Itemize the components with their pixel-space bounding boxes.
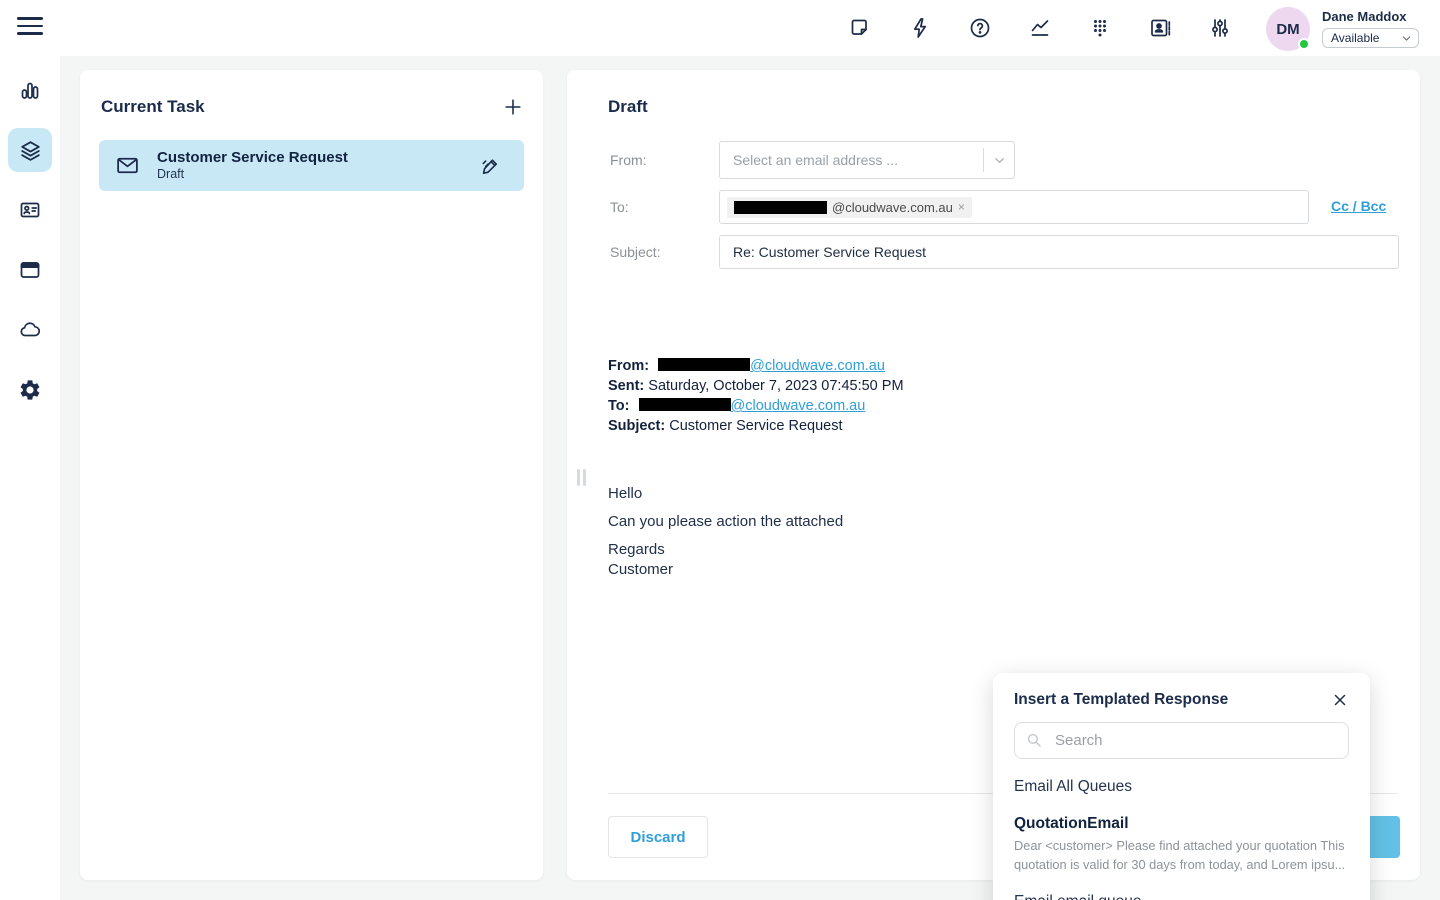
contacts-icon[interactable]	[1148, 16, 1172, 40]
to-input[interactable]: @cloudwave.com.au ×	[719, 190, 1309, 224]
quoted-sent-label: Sent:	[608, 378, 644, 394]
from-select[interactable]: Select an email address ...	[719, 141, 1015, 179]
preferences-icon[interactable]	[1208, 16, 1232, 40]
subject-input[interactable]	[719, 235, 1399, 269]
sidebar-item-activity[interactable]	[8, 68, 52, 112]
window-icon	[18, 258, 42, 282]
remove-recipient-icon[interactable]: ×	[958, 201, 965, 213]
chevron-down-icon	[984, 153, 1014, 168]
left-rail	[0, 56, 60, 900]
current-task-title: Current Task	[101, 97, 205, 117]
redacted-text	[658, 358, 750, 371]
lightning-icon[interactable]	[908, 16, 932, 40]
recipient-chip: @cloudwave.com.au ×	[727, 197, 972, 218]
dialpad-icon[interactable]	[1088, 16, 1112, 40]
hamburger-menu-icon[interactable]	[17, 17, 43, 39]
discard-button[interactable]: Discard	[608, 816, 708, 858]
interactions-layers-icon	[18, 138, 43, 163]
plus-icon	[502, 96, 524, 118]
to-label: To:	[610, 199, 629, 215]
recipient-domain: @cloudwave.com.au	[832, 200, 953, 215]
close-icon[interactable]	[1331, 691, 1349, 709]
redacted-text	[639, 398, 731, 411]
quoted-from-link[interactable]: @cloudwave.com.au	[750, 358, 885, 374]
add-task-button[interactable]	[502, 96, 524, 118]
email-icon	[115, 153, 140, 178]
quoted-sent-line: Sent: Saturday, October 7, 2023 07:45:50…	[608, 376, 1380, 396]
note-icon[interactable]	[848, 16, 872, 40]
user-name: Dane Maddox	[1322, 9, 1407, 24]
sidebar-item-agent-card[interactable]	[8, 188, 52, 232]
template-item-title: QuotationEmail	[1014, 815, 1349, 833]
template-item[interactable]: QuotationEmail Dear <customer> Please fi…	[1014, 815, 1349, 874]
quoted-sent-value: Saturday, October 7, 2023 07:45:50 PM	[644, 378, 903, 394]
quoted-subject-label: Subject:	[608, 418, 665, 434]
redacted-text	[734, 201, 827, 214]
top-bar: DM Dane Maddox Available	[0, 0, 1440, 56]
message-line: Regards	[608, 540, 843, 560]
quoted-from-label: From:	[608, 358, 649, 374]
from-label: From:	[610, 152, 647, 168]
template-item-description: Dear <customer> Please find attached you…	[1014, 837, 1349, 874]
status-select[interactable]: Available	[1322, 28, 1419, 48]
avatar-initials: DM	[1276, 21, 1299, 38]
help-icon[interactable]	[968, 16, 992, 40]
message-line: Can you please action the attached	[608, 512, 843, 532]
status-dot	[1298, 38, 1310, 50]
cloud-icon	[18, 318, 42, 342]
template-item[interactable]: Email email queue	[1014, 893, 1349, 900]
activity-icon	[18, 78, 42, 102]
cc-bcc-link[interactable]: Cc / Bcc	[1331, 198, 1386, 214]
status-select-value: Available	[1331, 31, 1379, 45]
chevron-down-icon	[1400, 32, 1413, 45]
template-search-input[interactable]	[1053, 731, 1338, 750]
agent-card-icon	[18, 198, 42, 222]
task-status: Draft	[157, 167, 479, 182]
message-line: Hello	[608, 484, 843, 504]
task-card[interactable]: Customer Service Request Draft	[99, 140, 524, 191]
sidebar-item-window[interactable]	[8, 248, 52, 292]
performance-icon[interactable]	[1028, 16, 1052, 40]
topbar-icons	[848, 16, 1232, 40]
quoted-subject-line: Subject: Customer Service Request	[608, 416, 1380, 436]
quoted-from-line: From: @cloudwave.com.au	[608, 356, 1380, 376]
quoted-to-link[interactable]: @cloudwave.com.au	[731, 398, 866, 414]
email-message-text: Hello Can you please action the attached…	[608, 484, 843, 580]
email-body-editor[interactable]: From: @cloudwave.com.au Sent: Saturday, …	[608, 356, 1380, 436]
search-icon	[1025, 731, 1044, 750]
message-line: Customer	[608, 560, 843, 580]
panel-resize-handle[interactable]	[577, 469, 586, 486]
draft-pen-icon[interactable]	[479, 154, 502, 177]
template-search-box	[1014, 722, 1349, 759]
sidebar-item-interactions[interactable]	[8, 128, 52, 172]
from-select-placeholder: Select an email address ...	[720, 152, 983, 168]
sidebar-item-settings[interactable]	[8, 368, 52, 412]
sidebar-item-cloud[interactable]	[8, 308, 52, 352]
quoted-to-label: To:	[608, 398, 629, 414]
settings-icon	[18, 378, 42, 402]
quoted-to-line: To: @cloudwave.com.au	[608, 396, 1380, 416]
quoted-subject-value: Customer Service Request	[665, 418, 842, 434]
popup-title: Insert a Templated Response	[1014, 691, 1228, 709]
subject-label: Subject:	[610, 244, 661, 260]
current-task-panel: Current Task Customer Service Request Dr…	[80, 70, 543, 880]
task-title: Customer Service Request	[157, 149, 479, 167]
templated-response-popup: Insert a Templated Response Email All Qu…	[993, 673, 1370, 900]
template-item[interactable]: Email All Queues	[1014, 778, 1349, 796]
draft-title: Draft	[608, 97, 648, 117]
